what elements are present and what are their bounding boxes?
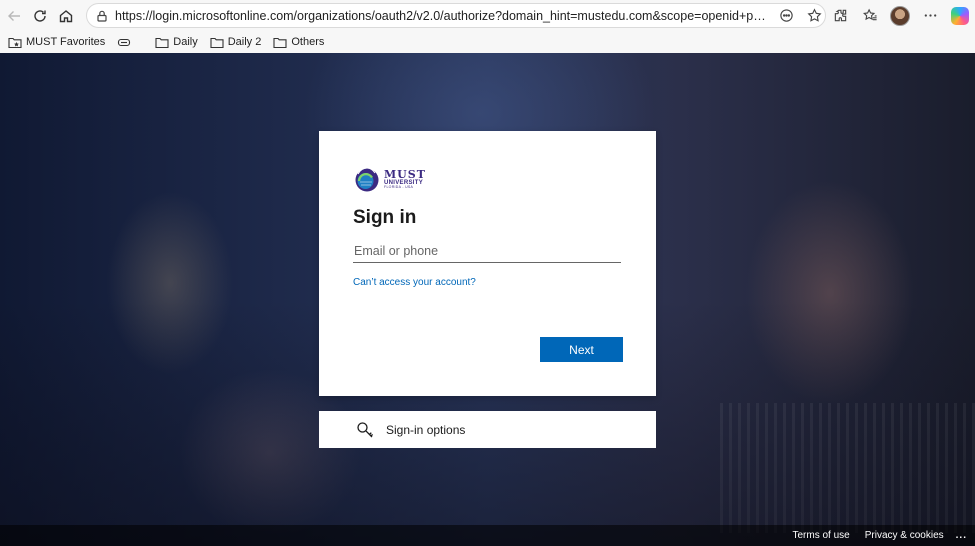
page-title: Sign in	[353, 207, 417, 228]
back-icon[interactable]	[1, 3, 27, 29]
login-page-background: MUST UNIVERSITY FLORIDA - USA Sign in Ca…	[0, 53, 975, 546]
signin-options-label: Sign-in options	[386, 422, 466, 437]
favorite-daily-2[interactable]: Daily 2	[204, 32, 268, 52]
favorite-star-icon[interactable]	[803, 5, 825, 27]
more-menu-icon[interactable]	[915, 3, 945, 28]
refresh-icon[interactable]	[27, 3, 53, 29]
university-logo-icon	[353, 165, 381, 193]
url-text[interactable]: https://login.microsoftonline.com/organi…	[115, 9, 769, 23]
logo-location: FLORIDA - USA	[384, 184, 414, 189]
favorites-icon[interactable]	[855, 3, 885, 28]
signin-card: MUST UNIVERSITY FLORIDA - USA Sign in Ca…	[319, 131, 656, 396]
folder-icon	[273, 37, 287, 48]
folder-icon	[155, 37, 169, 48]
next-button[interactable]: Next	[540, 337, 623, 362]
email-field[interactable]	[353, 239, 621, 263]
key-search-icon	[357, 421, 374, 437]
terms-link[interactable]: Terms of use	[792, 530, 849, 541]
collections-icon	[118, 38, 131, 46]
favorite-label: Others	[291, 36, 325, 48]
footer-more-button[interactable]: ...	[956, 530, 967, 541]
favorite-collections[interactable]	[111, 32, 141, 52]
page-footer: Terms of use Privacy & cookies ...	[0, 525, 975, 546]
logo-name: MUST	[384, 167, 426, 181]
favorite-others[interactable]: Others	[267, 32, 330, 52]
extensions-icon[interactable]	[825, 3, 855, 28]
favorites-bar: MUST Favorites Daily Daily 2 Others	[0, 31, 975, 53]
privacy-link[interactable]: Privacy & cookies	[865, 530, 944, 541]
favorite-label: Daily	[173, 36, 198, 48]
signin-options-button[interactable]: Sign-in options	[319, 411, 656, 448]
home-icon[interactable]	[53, 3, 79, 29]
favorite-label: MUST Favorites	[26, 36, 106, 48]
folder-icon	[210, 37, 224, 48]
profile-avatar[interactable]	[885, 3, 915, 28]
favorite-label: Daily 2	[227, 36, 262, 48]
cant-access-account-link[interactable]: Can’t access your account?	[353, 277, 622, 288]
favorites-folder-icon	[8, 37, 22, 48]
copilot-icon[interactable]	[945, 3, 975, 28]
reading-view-icon[interactable]	[775, 5, 797, 27]
favorite-must-favorites[interactable]: MUST Favorites	[2, 32, 111, 52]
address-bar[interactable]: https://login.microsoftonline.com/organi…	[86, 3, 826, 28]
browser-right-tools	[825, 3, 975, 28]
lock-icon[interactable]	[95, 9, 109, 23]
university-logo: MUST UNIVERSITY FLORIDA - USA	[353, 164, 622, 194]
university-logo-text: MUST UNIVERSITY FLORIDA - USA	[384, 169, 426, 190]
favorite-daily[interactable]: Daily	[149, 32, 203, 52]
